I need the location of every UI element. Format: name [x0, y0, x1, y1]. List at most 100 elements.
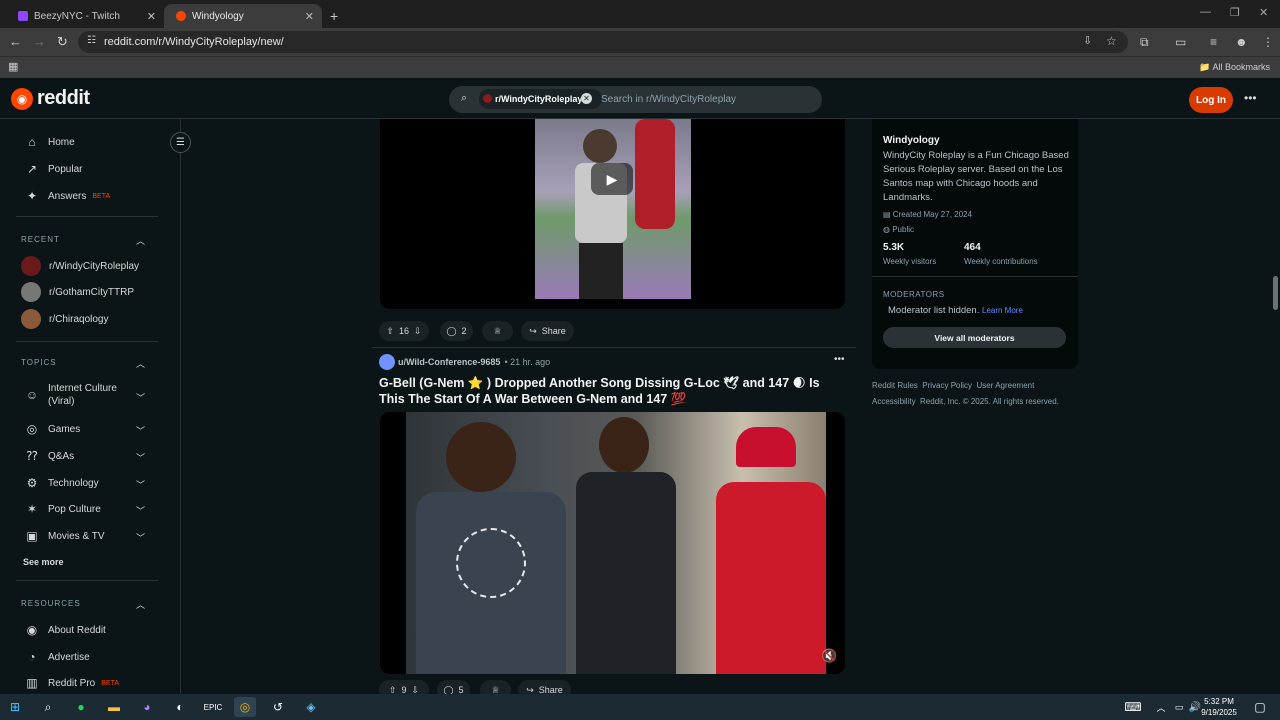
notifications-icon[interactable]: ▢ [1249, 697, 1271, 717]
footer-links-row: Reddit Rules Privacy Policy User Agreeme… [872, 381, 1034, 390]
vote-control[interactable]: ⇧ 16 ⇩ [379, 321, 429, 341]
sidepanel-icon[interactable]: ▭ [1175, 35, 1186, 49]
privacy-policy-link[interactable]: Privacy Policy [922, 381, 972, 390]
search-bar[interactable]: ⌕ r/WindyCityRoleplay ✕ Search in r/Wind… [449, 86, 822, 113]
steam-icon[interactable]: ◈ [300, 697, 322, 717]
community-avatar-icon [483, 94, 492, 103]
windows-start-icon[interactable]: ⊞ [4, 697, 26, 717]
chevron-down-icon[interactable]: ﹀ [136, 391, 145, 404]
url-bar[interactable]: ☷ reddit.com/r/WindyCityRoleplay/new/ ⇩ … [78, 31, 1128, 53]
epic-games-icon[interactable]: EPIC [202, 697, 224, 717]
site-info-icon[interactable]: ☷ [87, 35, 96, 46]
more-options-icon[interactable]: ••• [1244, 91, 1257, 105]
sidebar-item-technology[interactable]: ⚙ Technology [24, 476, 99, 490]
scrollbar-thumb[interactable] [1273, 276, 1278, 310]
spotify-icon[interactable]: ● [70, 697, 92, 717]
close-icon[interactable]: ✕ [147, 10, 156, 23]
sidebar-item-home[interactable]: ⌂ Home [24, 135, 74, 149]
sidebar-item-reddit-pro[interactable]: ▥ Reddit Pro BETA [24, 676, 119, 690]
character-figure [599, 417, 649, 473]
search-community-chip[interactable]: r/WindyCityRoleplay ✕ [479, 89, 603, 109]
sidebar-item-qas[interactable]: ⁇ Q&As [24, 449, 74, 463]
comments-button[interactable]: ◯ 2 [440, 321, 473, 341]
chevron-up-icon[interactable]: ︿ [136, 234, 145, 247]
sidebar-item-answers[interactable]: ✦ Answers BETA [24, 189, 110, 203]
avatar [21, 256, 41, 276]
sidebar-item-pop-culture[interactable]: ✶ Pop Culture [24, 502, 101, 516]
sidebar-item-popular[interactable]: ↗ Popular [24, 162, 83, 176]
chevron-down-icon[interactable]: ﹀ [136, 504, 145, 517]
search-icon[interactable]: ⌕ [37, 697, 59, 717]
restore-icon[interactable]: ❐ [1230, 6, 1240, 19]
app-icon[interactable]: ◐ [169, 697, 191, 717]
tab-twitch[interactable]: BeezyNYC - Twitch ✕ [6, 4, 164, 28]
chevron-down-icon[interactable]: ﹀ [136, 451, 145, 464]
post2-video[interactable]: 🔇 [380, 412, 845, 674]
menu-icon[interactable]: ⋮ [1262, 35, 1274, 49]
post1-video[interactable]: ▶ [380, 119, 845, 309]
footer-links-row: Accessibility Reddit, Inc. © 2025. All r… [872, 397, 1059, 406]
apps-icon[interactable]: ▦ [8, 60, 18, 73]
chevron-up-icon[interactable]: ︿ [136, 598, 145, 611]
chevron-up-icon[interactable]: ︿ [136, 357, 145, 370]
media-icon[interactable]: ≡ [1210, 35, 1217, 49]
clock-time: 5:32 PM [1204, 697, 1234, 706]
profile-icon[interactable]: ☻ [1235, 35, 1248, 49]
view-all-moderators-button[interactable]: View all moderators [883, 327, 1066, 348]
award-button[interactable]: ♕ [482, 321, 513, 341]
user-agreement-link[interactable]: User Agreement [977, 381, 1035, 390]
downvote-icon[interactable]: ⇩ [414, 326, 422, 337]
back-icon[interactable]: ← [9, 34, 22, 49]
discord-icon[interactable]: ◕ [136, 697, 158, 717]
file-explorer-icon[interactable]: ▬ [103, 697, 125, 717]
new-tab-button[interactable]: + [324, 4, 348, 28]
sidebar-item-label: r/WindyCityRoleplay [49, 260, 140, 272]
post-title[interactable]: G-Bell (G-Nem ⭐ ) Dropped Another Song D… [379, 375, 829, 407]
sidebar-item-games[interactable]: ◎ Games [24, 422, 80, 436]
system-clock[interactable]: 5:32 PM 9/19/2025 [1194, 696, 1244, 718]
chrome-icon[interactable]: ◎ [234, 697, 256, 717]
chevron-down-icon[interactable]: ﹀ [136, 478, 145, 491]
sidebar-item-about-reddit[interactable]: ◉ About Reddit [24, 623, 106, 637]
window-close-icon[interactable]: ✕ [1259, 6, 1268, 19]
sidebar-item-advertise[interactable]: ◔ Advertise [24, 650, 89, 664]
forward-icon[interactable]: → [33, 34, 46, 49]
chevron-down-icon[interactable]: ﹀ [136, 424, 145, 437]
chevron-down-icon[interactable]: ﹀ [136, 531, 145, 544]
keyboard-icon[interactable]: ⌨ [1122, 697, 1144, 717]
clock-date: 9/19/2025 [1201, 708, 1237, 717]
sidebar-item-internet-culture[interactable]: ☺ Internet Culture (Viral) [24, 382, 154, 408]
accessibility-link[interactable]: Accessibility [872, 397, 916, 406]
learn-more-link[interactable]: Learn More [982, 306, 1023, 315]
advertise-icon: ◔ [28, 650, 36, 664]
login-button[interactable]: Log In [1189, 87, 1233, 113]
install-icon[interactable]: ⇩ [1083, 34, 1092, 47]
extensions-icon[interactable]: ⧉ [1140, 35, 1149, 50]
reddit-logo[interactable]: ◉ reddit [11, 87, 90, 110]
internet-culture-icon: ☺ [25, 388, 39, 402]
sidebar-item-chiraqology[interactable]: r/Chiraqology [21, 309, 108, 329]
app-icon[interactable]: ↺ [267, 697, 289, 717]
page-scrollbar[interactable] [1270, 119, 1280, 694]
share-button[interactable]: ↪ Share [521, 321, 574, 341]
sidebar-item-gothamcityttrp[interactable]: r/GothamCityTTRP [21, 282, 134, 302]
reddit-rules-link[interactable]: Reddit Rules [872, 381, 918, 390]
post-options-icon[interactable]: ••• [834, 354, 845, 365]
sidebar-item-movies-tv[interactable]: ▣ Movies & TV [24, 529, 104, 543]
clear-chip-icon[interactable]: ✕ [581, 93, 592, 104]
reload-icon[interactable]: ↻ [57, 34, 68, 50]
collapse-sidebar-icon[interactable]: ☰ [170, 132, 191, 153]
all-bookmarks[interactable]: 📁 All Bookmarks [1199, 62, 1270, 73]
play-icon[interactable]: ▶ [591, 163, 633, 195]
search-icon: ⌕ [461, 92, 468, 104]
mute-icon[interactable]: 🔇 [821, 648, 837, 664]
sidebar-item-windycityroleplay[interactable]: r/WindyCityRoleplay [21, 256, 139, 276]
minimize-icon[interactable]: — [1200, 6, 1211, 18]
post-author[interactable]: u/Wild-Conference-9685 [398, 357, 500, 367]
see-more-link[interactable]: See more [23, 557, 64, 567]
close-icon[interactable]: ✕ [305, 10, 314, 23]
tab-windyology[interactable]: Windyology ✕ [164, 4, 322, 28]
bookmark-star-icon[interactable]: ☆ [1106, 34, 1117, 48]
upvote-icon[interactable]: ⇧ [386, 326, 394, 337]
avatar[interactable] [379, 354, 395, 370]
